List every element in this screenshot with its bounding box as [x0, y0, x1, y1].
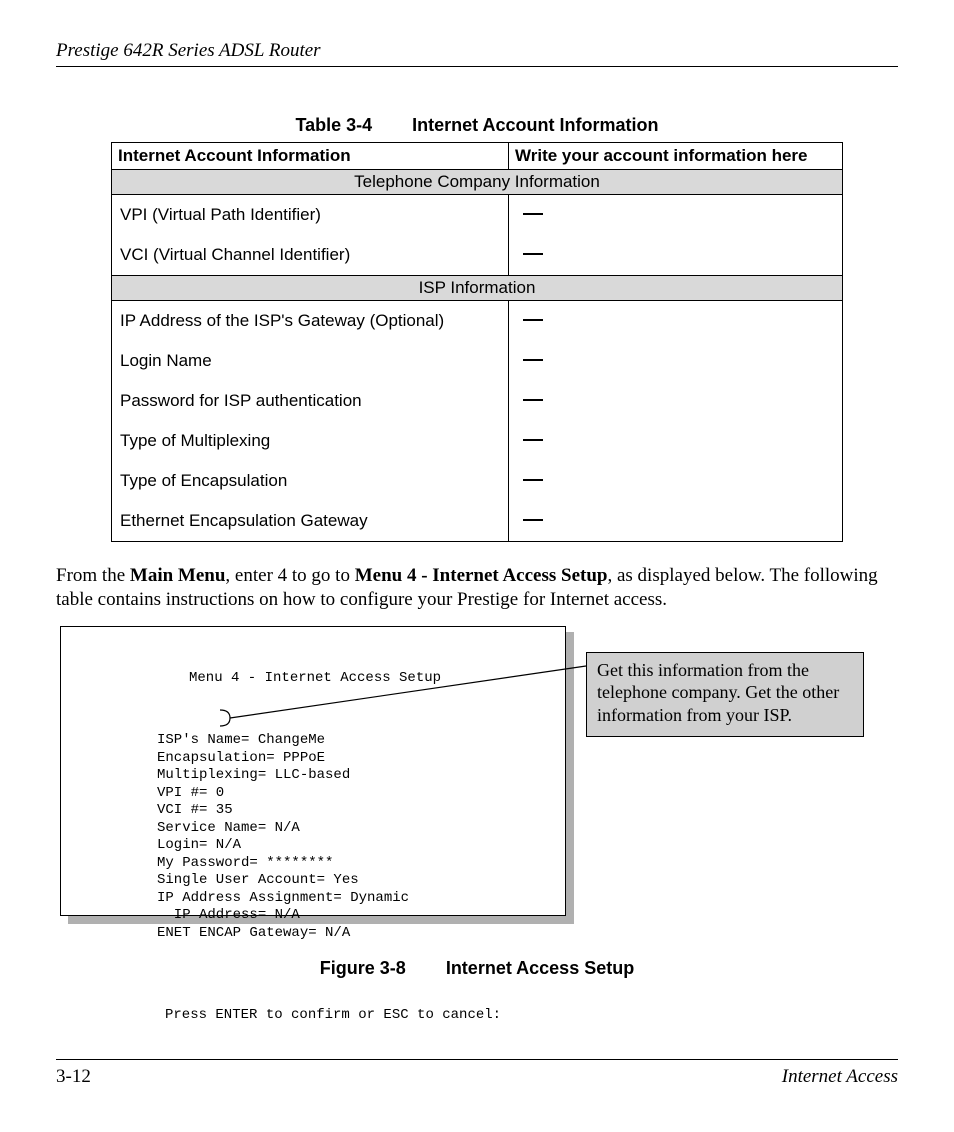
terminal-line: IP Address= N/A: [157, 907, 300, 923]
row-value: [509, 341, 843, 381]
row-label: Password for ISP authentication: [112, 381, 509, 421]
row-value: [509, 195, 843, 236]
terminal-line: VCI #= 35: [157, 802, 233, 818]
terminal-line: Multiplexing= LLC-based: [157, 767, 350, 783]
table-row: Type of Encapsulation: [112, 461, 843, 501]
callout-text: Get this information from the telephone …: [597, 660, 839, 725]
row-value: [509, 235, 843, 276]
row-value: [509, 381, 843, 421]
row-label: Login Name: [112, 341, 509, 381]
table-row: Ethernet Encapsulation Gateway: [112, 501, 843, 542]
page-number: 3-12: [56, 1066, 91, 1088]
para-bold-menu4: Menu 4 - Internet Access Setup: [355, 565, 608, 586]
table-row: VCI (Virtual Channel Identifier): [112, 235, 843, 276]
figure-area: Menu 4 - Internet Access Setup ISP's Nam…: [56, 626, 898, 936]
table-row: Type of Multiplexing: [112, 421, 843, 461]
terminal-line: Login= N/A: [157, 837, 241, 853]
table-caption-title: Internet Account Information: [412, 115, 658, 135]
terminal-line: Encapsulation= PPPoE: [157, 750, 325, 766]
table-section-isp: ISP Information: [112, 276, 843, 301]
running-header: Prestige 642R Series ADSL Router: [56, 40, 898, 67]
terminal-line: Single User Account= Yes: [157, 872, 359, 888]
table-header-col1: Internet Account Information: [112, 143, 509, 170]
terminal-body: ISP's Name= ChangeMe Encapsulation= PPPo…: [71, 732, 555, 942]
terminal-line: Service Name= N/A: [157, 820, 300, 836]
row-label: VCI (Virtual Channel Identifier): [112, 235, 509, 276]
row-value: [509, 461, 843, 501]
para-text: From the: [56, 565, 130, 586]
table-caption: Table 3-4 Internet Account Information: [56, 115, 898, 136]
account-info-table: Internet Account Information Write your …: [111, 142, 843, 542]
row-label: Type of Encapsulation: [112, 461, 509, 501]
row-value: [509, 301, 843, 342]
table-row: Password for ISP authentication: [112, 381, 843, 421]
para-text: , enter 4 to go to: [225, 565, 354, 586]
row-label: IP Address of the ISP's Gateway (Optiona…: [112, 301, 509, 342]
table-row: VPI (Virtual Path Identifier): [112, 195, 843, 236]
terminal-footer: Press ENTER to confirm or ESC to cancel:: [71, 1007, 555, 1025]
terminal-line: VPI #= 0: [157, 785, 224, 801]
row-value: [509, 501, 843, 542]
callout-box: Get this information from the telephone …: [586, 652, 864, 738]
footer-section: Internet Access: [782, 1066, 898, 1088]
page-footer: 3-12 Internet Access: [56, 1059, 898, 1088]
table-section-telco: Telephone Company Information: [112, 170, 843, 195]
table-header-col2: Write your account information here: [509, 143, 843, 170]
terminal-window: Menu 4 - Internet Access Setup ISP's Nam…: [60, 626, 566, 916]
terminal-line: ISP's Name= ChangeMe: [157, 732, 325, 748]
table-row: IP Address of the ISP's Gateway (Optiona…: [112, 301, 843, 342]
terminal-line: My Password= ********: [157, 855, 333, 871]
table-row: Login Name: [112, 341, 843, 381]
table-caption-number: Table 3-4: [295, 115, 372, 135]
terminal-line: IP Address Assignment= Dynamic: [157, 890, 409, 906]
row-label: Type of Multiplexing: [112, 421, 509, 461]
body-paragraph: From the Main Menu, enter 4 to go to Men…: [56, 564, 898, 612]
terminal-line: ENET ENCAP Gateway= N/A: [157, 925, 350, 941]
row-label: Ethernet Encapsulation Gateway: [112, 501, 509, 542]
para-bold-main-menu: Main Menu: [130, 565, 226, 586]
terminal-title: Menu 4 - Internet Access Setup: [71, 670, 555, 688]
row-label: VPI (Virtual Path Identifier): [112, 195, 509, 236]
row-value: [509, 421, 843, 461]
